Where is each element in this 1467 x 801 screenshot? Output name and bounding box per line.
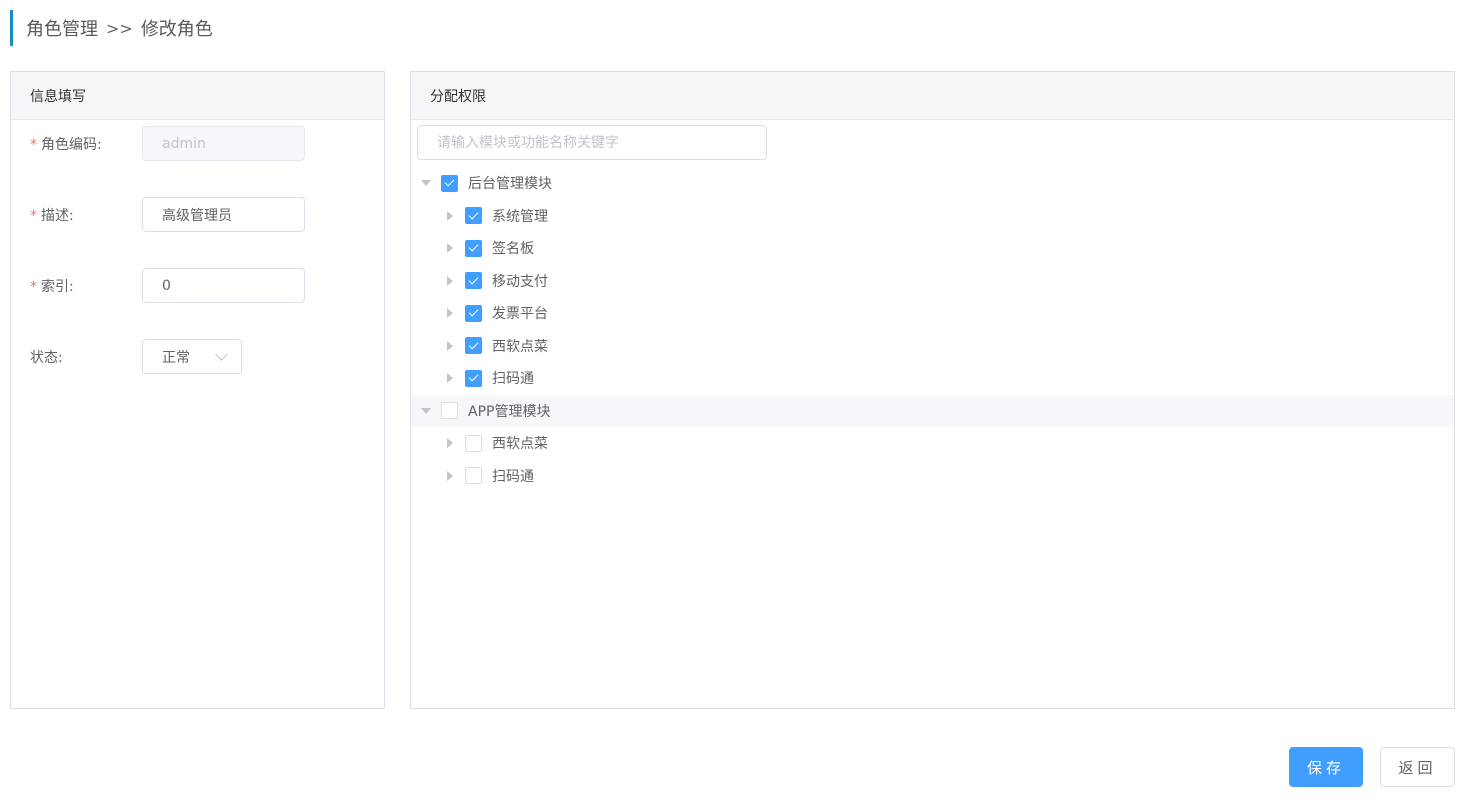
tree-node[interactable]: 西软点菜 [411,330,1454,363]
index-label: * 索引: [30,278,74,295]
tree-node-label: 系统管理 [492,208,548,225]
role-code-label: * 角色编码: [30,136,102,153]
tree-node-label: 签名板 [492,241,534,258]
tree-checkbox[interactable] [441,402,458,420]
back-button[interactable]: 返回 [1380,747,1455,787]
tree-checkbox[interactable] [465,272,482,290]
tree-node[interactable]: 西软点菜 [411,427,1454,460]
tree-checkbox[interactable] [465,369,482,387]
index-row: * 索引: [30,268,305,303]
tree-checkbox[interactable] [465,207,482,225]
tree-checkbox[interactable] [441,174,458,192]
expand-icon[interactable] [421,178,431,188]
required-mark: * [30,136,37,153]
expand-icon[interactable] [445,470,455,481]
tree-node-label: 西软点菜 [492,436,548,453]
tree-node-label: 移动支付 [492,273,548,290]
expand-icon[interactable] [445,308,455,319]
index-input[interactable] [142,268,305,303]
expand-icon[interactable] [445,243,455,254]
status-row: 状态: 正常 [30,339,242,374]
tree-node[interactable]: 移动支付 [411,265,1454,298]
role-code-input [142,126,305,161]
tree-node-label: 西软点菜 [492,338,548,355]
permission-filter-input[interactable] [417,125,767,160]
required-mark: * [30,278,37,295]
expand-icon[interactable] [421,406,431,416]
chevron-down-icon [215,347,228,361]
tree-node[interactable]: 扫码通 [411,460,1454,493]
page: 角色管理 >> 修改角色 信息填写 *角色编码: *描述: *索引: 状态: 正… [0,0,1467,801]
tree-checkbox[interactable] [465,434,482,452]
expand-icon[interactable] [445,275,455,286]
tree-node-backend-module[interactable]: 后台管理模块 [411,167,1454,200]
expand-icon[interactable] [445,373,455,384]
tree-node[interactable]: 扫码通 [411,362,1454,395]
tree-node[interactable]: 发票平台 [411,297,1454,330]
description-row: * 描述: [30,197,305,232]
tree-checkbox[interactable] [465,304,482,322]
tree-checkbox[interactable] [465,337,482,355]
required-mark: * [30,207,37,224]
expand-icon[interactable] [445,340,455,351]
tree-node-app-module[interactable]: APP管理模块 [411,394,1454,427]
status-label: 状态: [30,349,63,366]
expand-icon[interactable] [445,210,455,221]
breadcrumb: 角色管理 >> 修改角色 [10,10,213,46]
info-panel: 信息填写 *角色编码: *描述: *索引: 状态: 正常 [10,71,385,709]
tree-node[interactable]: 系统管理 [411,200,1454,233]
status-select[interactable]: 正常 [142,339,242,374]
permission-panel: 分配权限 后台管理模块 系统管理 签名板 移动支付 [410,71,1455,709]
tree-checkbox[interactable] [465,467,482,485]
tree-node-label: 后台管理模块 [468,176,552,193]
tree-node-label: 扫码通 [492,371,534,388]
expand-icon[interactable] [445,438,455,449]
tree-node[interactable]: 签名板 [411,232,1454,265]
description-input[interactable] [142,197,305,232]
role-code-row: * 角色编码: [30,126,305,161]
tree-node-label: 扫码通 [492,468,534,485]
tree-node-label: 发票平台 [492,306,548,323]
save-button[interactable]: 保存 [1289,747,1363,787]
permission-tree: 后台管理模块 系统管理 签名板 移动支付 发票平台 西软点菜 扫码通 APP管理… [411,167,1454,492]
permission-panel-title: 分配权限 [411,72,1454,120]
description-label: * 描述: [30,207,74,224]
tree-node-label: APP管理模块 [468,403,551,420]
info-panel-title: 信息填写 [11,72,384,120]
breadcrumb-current: 修改角色 [140,19,213,40]
tree-checkbox[interactable] [465,239,482,257]
breadcrumb-separator: >> [106,18,133,38]
breadcrumb-parent[interactable]: 角色管理 [26,15,98,41]
status-select-value: 正常 [162,349,190,366]
